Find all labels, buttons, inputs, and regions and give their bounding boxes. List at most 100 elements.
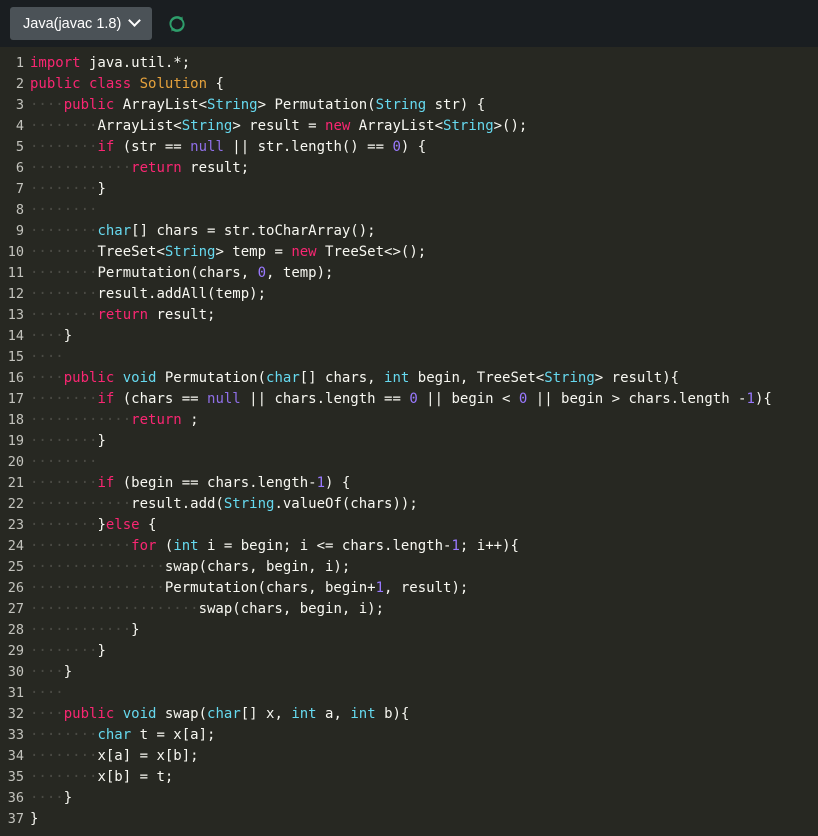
indent-guide: ········ [30,181,98,197]
code-line[interactable]: 20 ········ [0,452,818,473]
code-line-content[interactable]: ····public void Permutation(char[] chars… [30,368,818,389]
code-line[interactable]: 19 ········} [0,431,818,452]
code-line[interactable]: 15 ···· [0,347,818,368]
code-line[interactable]: 22 ············result.add(String.valueOf(… [0,494,818,515]
code-line[interactable]: 21 ········if (begin == chars.length-1) { [0,473,818,494]
code-line[interactable]: 10 ········TreeSet<String> temp = new Tre… [0,242,818,263]
code-line[interactable]: 33 ········char t = x[a]; [0,725,818,746]
code-line-content[interactable]: ················Permutation(chars, begin… [30,578,818,599]
code-line-content[interactable]: ············return result; [30,158,818,179]
code-token: char [266,370,300,386]
code-line-content[interactable]: ········x[b] = t; [30,767,818,788]
line-number: 22 [7,496,24,512]
code-line-content[interactable]: ············for (int i = begin; i <= cha… [30,536,818,557]
code-line[interactable]: 9 ········char[] chars = str.toCharArray(… [0,221,818,242]
code-line[interactable]: 17 ········if (chars == null || chars.len… [0,389,818,410]
code-line-content[interactable]: ········x[a] = x[b]; [30,746,818,767]
line-number: 11 [7,265,24,281]
code-token: ) { [325,475,351,491]
code-token: .valueOf(chars)); [274,496,418,512]
code-line-content[interactable]: ···· [30,347,818,368]
code-line[interactable]: 29 ········} [0,641,818,662]
code-token: 0 [409,391,418,407]
code-line[interactable]: 30 ····} [0,662,818,683]
code-line-content[interactable]: } [30,809,818,830]
code-line-content[interactable]: ····public ArrayList<String> Permutation… [30,95,818,116]
code-line-content[interactable]: ····} [30,788,818,809]
line-number: 5 [15,139,24,155]
code-line-content[interactable]: public class Solution { [30,74,818,95]
code-line-content[interactable]: ············result.add(String.valueOf(ch… [30,494,818,515]
code-line-content[interactable]: ········if (begin == chars.length-1) { [30,473,818,494]
code-line-content[interactable]: ········} [30,179,818,200]
code-token: String [544,370,595,386]
code-line-content[interactable]: ····} [30,326,818,347]
code-line[interactable]: 28 ············} [0,620,818,641]
code-line-content[interactable]: ········ [30,200,818,221]
code-line-content[interactable]: ···· [30,683,818,704]
code-line[interactable]: 26 ················Permutation(chars, beg… [0,578,818,599]
code-line[interactable]: 8 ········ [0,200,818,221]
line-number: 16 [7,370,24,386]
code-token: x[a] = x[b]; [97,748,199,764]
code-line-content[interactable]: ········if (str == null || str.length() … [30,137,818,158]
code-line[interactable]: 35 ········x[b] = t; [0,767,818,788]
code-editor[interactable]: 1 import java.util.*; 2 public class Soluti… [0,47,818,836]
code-line[interactable]: 37} [0,809,818,830]
code-line-content[interactable]: ········TreeSet<String> temp = new TreeS… [30,242,818,263]
indent-guide: ········ [30,202,98,218]
code-line-content[interactable]: ········char t = x[a]; [30,725,818,746]
code-line[interactable]: 5 ········if (str == null || str.length()… [0,137,818,158]
code-line[interactable]: 4 ········ArrayList<String> result = new … [0,116,818,137]
code-line-content[interactable]: ················swap(chars, begin, i); [30,557,818,578]
code-line[interactable]: 6 ············return result; [0,158,818,179]
code-line[interactable]: 36 ····} [0,788,818,809]
code-line[interactable]: 3 ····public ArrayList<String> Permutatio… [0,95,818,116]
code-line-content[interactable]: ········char[] chars = str.toCharArray()… [30,221,818,242]
code-line-content[interactable]: ········ [30,452,818,473]
code-line[interactable]: 16 ····public void Permutation(char[] cha… [0,368,818,389]
code-token: public [63,370,115,386]
code-line-content[interactable]: ········Permutation(chars, 0, temp); [30,263,818,284]
code-line[interactable]: 32 ····public void swap(char[] x, int a, … [0,704,818,725]
code-line[interactable]: 23 ········}else { [0,515,818,536]
code-line[interactable]: 1 import java.util.*; [0,53,818,74]
code-token: result; [148,307,216,323]
code-line-content[interactable]: ········return result; [30,305,818,326]
code-token: || str.length() == [223,139,393,155]
code-line[interactable]: 12 ········result.addAll(temp); [0,284,818,305]
code-line-content[interactable]: ········} [30,641,818,662]
code-line-content[interactable]: ············} [30,620,818,641]
code-line[interactable]: 27 ····················swap(chars, begin,… [0,599,818,620]
language-select[interactable]: Java(javac 1.8) [10,7,153,40]
code-token: if [97,391,115,407]
code-line[interactable]: 14 ····} [0,326,818,347]
line-number: 36 [7,790,24,806]
code-line-content[interactable]: ····················swap(chars, begin, i… [30,599,818,620]
code-line-content[interactable]: ········} [30,431,818,452]
code-line[interactable]: 24 ············for (int i = begin; i <= c… [0,536,818,557]
code-token: result.addAll(temp); [97,286,267,302]
refresh-icon[interactable] [164,11,190,37]
code-line-content[interactable]: ············return ; [30,410,818,431]
code-line-content[interactable]: ····} [30,662,818,683]
code-line[interactable]: 34 ········x[a] = x[b]; [0,746,818,767]
indent-guide: ········ [30,307,98,323]
line-number: 26 [7,580,24,596]
code-line-content[interactable]: ········ArrayList<String> result = new A… [30,116,818,137]
code-line-content[interactable]: ········}else { [30,515,818,536]
code-line-content[interactable]: ····public void swap(char[] x, int a, in… [30,704,818,725]
code-line[interactable]: 13 ········return result; [0,305,818,326]
code-token: return [131,160,182,176]
code-line[interactable]: 18 ············return ; [0,410,818,431]
code-line[interactable]: 7 ········} [0,179,818,200]
code-line-content[interactable]: ········result.addAll(temp); [30,284,818,305]
code-line[interactable]: 2 public class Solution { [0,74,818,95]
code-line[interactable]: 25 ················swap(chars, begin, i); [0,557,818,578]
code-line[interactable]: 11 ········Permutation(chars, 0, temp); [0,263,818,284]
code-line-content[interactable]: import java.util.*; [30,53,818,74]
code-line[interactable]: 31 ···· [0,683,818,704]
code-token: str) { [426,97,486,113]
code-line-content[interactable]: ········if (chars == null || chars.lengt… [30,389,818,410]
